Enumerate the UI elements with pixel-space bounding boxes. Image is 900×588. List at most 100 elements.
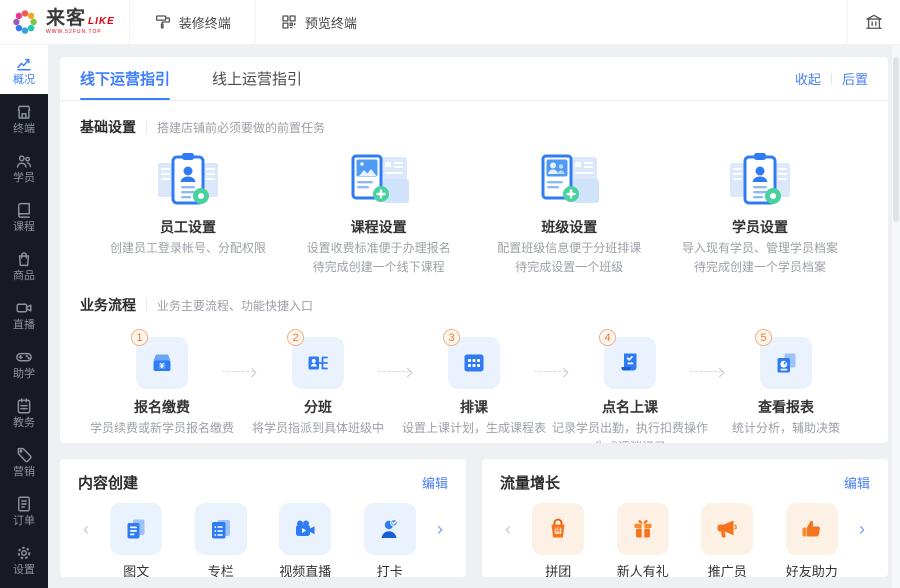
tab-online-guide[interactable]: 线上运营指引 <box>212 57 302 100</box>
clipboard-person-icon <box>158 153 218 205</box>
content-item-label: 视频直播 <box>279 564 332 577</box>
flow-step-desc: 学员续费或新学员报名缴费 <box>89 421 234 435</box>
flow-step-desc: 生成课消记录 <box>542 440 718 443</box>
growth-item-group-buy[interactable]: 拼 拼团 <box>516 503 601 577</box>
notebook-icon <box>17 397 31 413</box>
megaphone-icon <box>717 520 738 538</box>
video-camera-icon <box>16 303 32 312</box>
flow-step-desc: 记录学员出勤，执行扣费操作 <box>551 421 708 435</box>
flow-section-header: 业务流程 业务主要流程、功能快捷入口 <box>80 295 868 315</box>
sidebar-item-study-assist[interactable]: 助学 <box>0 339 48 388</box>
basic-item-class-setup[interactable]: 班级设置 配置班级信息便于分班排课 待完成设置一个班级 <box>489 151 649 275</box>
flow-step-title: 分班 <box>304 399 332 415</box>
tab-offline-guide[interactable]: 线下运营指引 <box>80 57 171 100</box>
basic-item-title: 课程设置 <box>350 219 407 235</box>
flow-step-desc: 设置上课计划，生成课程表 <box>401 421 546 435</box>
logo-url-text: WWW.52FUN.TOP <box>46 29 102 35</box>
basic-item-course-setup[interactable]: 课程设置 设置收费标准便于办理报名 待完成创建一个线下课程 <box>299 151 459 275</box>
content-item-column[interactable]: 专栏 <box>179 503 264 577</box>
edit-content-link[interactable]: 编辑 <box>422 473 448 492</box>
bottom-cards-row: 内容创建 编辑 ‹ 图文 专栏 视频直播 打卡 › 流量增长 编辑 ‹ 拼 拼团… <box>60 459 888 577</box>
basic-item-title: 学员设置 <box>731 219 788 235</box>
basic-section-title: 基础设置 <box>80 119 136 135</box>
scrollbar-thumb[interactable] <box>893 57 899 222</box>
flow-step-title: 排课 <box>460 399 488 415</box>
basic-item-desc: 待完成创建一个学员档案 <box>693 260 826 274</box>
content-item-video-live[interactable]: 视频直播 <box>263 503 348 577</box>
content-item-label: 打卡 <box>376 564 403 577</box>
sidebar-item-marketing[interactable]: 营销 <box>0 437 48 486</box>
sidebar-item-terminal[interactable]: 终端 <box>0 94 48 143</box>
flow-step-desc: 将学员指派到具体班级中 <box>251 421 384 435</box>
preview-terminal-button[interactable]: 预览终端 <box>254 0 381 44</box>
flow-section-subtitle: 业务主要流程、功能快捷入口 <box>157 298 314 313</box>
sidebar-item-orders[interactable]: 订单 <box>0 486 48 535</box>
basic-item-student-setup[interactable]: 学员设置 导入现有学员、管理学员档案 待完成创建一个学员档案 <box>680 151 840 275</box>
collapse-link[interactable]: 收起 <box>795 69 821 88</box>
flow-step-enroll-pay[interactable]: 1 ¥ 报名缴费 学员续费或新学员报名缴费 <box>90 329 234 440</box>
flow-section-title: 业务流程 <box>80 297 136 313</box>
logo-pinwheel-icon <box>13 10 37 34</box>
storefront-icon <box>17 105 31 119</box>
sidebar: 概况 终端 学员 课程 商品 直播 助学 教务 营销 订单 设置 <box>0 45 48 588</box>
carousel-next-icon[interactable]: › <box>432 503 448 555</box>
basic-item-desc: 待完成创建一个线下课程 <box>312 260 445 274</box>
basic-item-desc: 设置收费标准便于办理报名 <box>306 241 451 255</box>
growth-item-label: 拼团 <box>545 564 572 577</box>
sidebar-item-live[interactable]: 直播 <box>0 290 48 339</box>
thumbs-up-icon <box>802 520 820 537</box>
sidebar-item-overview[interactable]: 概况 <box>0 45 48 94</box>
carousel-prev-icon[interactable]: ‹ <box>78 503 94 555</box>
carousel-prev-icon[interactable]: ‹ <box>500 503 516 555</box>
postpone-link[interactable]: 后置 <box>842 69 868 88</box>
book-icon <box>18 202 30 218</box>
sidebar-item-courses[interactable]: 课程 <box>0 192 48 241</box>
content-card-title: 内容创建 <box>78 475 139 492</box>
basic-item-desc: 创建员工登录帐号、分配权限 <box>109 241 266 255</box>
clipboard-person-icon <box>729 153 790 205</box>
sidebar-item-academic[interactable]: 教务 <box>0 388 48 437</box>
flow-connector-arrow <box>222 371 254 372</box>
basic-items-row: 员工设置 创建员工登录帐号、分配权限 课程设置 设置收费标准便于办理报名 待完成… <box>80 151 868 275</box>
logo[interactable]: 来客 LIKE WWW.52FUN.TOP <box>0 0 129 44</box>
gamepad-icon <box>16 352 32 361</box>
svg-text:¥: ¥ <box>160 363 164 370</box>
flow-step-view-reports[interactable]: 5 查看报表 统计分析，辅助决策 <box>732 329 840 440</box>
shop-home-button[interactable] <box>847 0 900 44</box>
content-item-article[interactable]: 图文 <box>94 503 179 577</box>
growth-item-newcomer-gift[interactable]: 新人有礼 <box>601 503 686 577</box>
decorate-terminal-button[interactable]: 装修终端 <box>128 0 255 44</box>
column-icon <box>211 520 230 539</box>
flow-step-roll-call[interactable]: 4 点名上课 记录学员出勤，执行扣费操作 生成课消记录 <box>552 329 708 443</box>
basic-item-title: 员工设置 <box>160 219 216 235</box>
growth-item-promoter[interactable]: 推广员 <box>685 503 770 577</box>
logo-text: 来客 LIKE <box>46 9 115 28</box>
flow-step-schedule[interactable]: 3 排课 设置上课计划，生成课程表 <box>402 329 546 440</box>
logo-main-text: 来客 <box>46 8 87 29</box>
decorate-terminal-label: 装修终端 <box>178 15 231 31</box>
scrollbar[interactable] <box>892 45 900 588</box>
basic-item-title: 班级设置 <box>541 219 598 235</box>
edit-growth-link[interactable]: 编辑 <box>844 473 870 492</box>
basic-section-header: 基础设置 搭建店铺前必须要做的前置任务 <box>80 117 868 137</box>
flow-step-assign-class[interactable]: 2 分班 将学员指派到具体班级中 <box>252 329 384 440</box>
sidebar-item-goods[interactable]: 商品 <box>0 241 48 290</box>
flow-step-desc: 统计分析，辅助决策 <box>731 421 840 435</box>
check-in-icon <box>381 518 398 538</box>
shopping-bag-icon <box>18 251 30 266</box>
growth-item-friend-boost[interactable]: 好友助力 <box>770 503 855 577</box>
sidebar-item-settings[interactable]: 设置 <box>0 535 48 584</box>
content-item-check-in[interactable]: 打卡 <box>348 503 433 577</box>
step-number-badge: 3 <box>443 329 460 346</box>
carousel-next-icon[interactable]: › <box>854 503 870 555</box>
growth-card-title: 流量增长 <box>500 475 561 492</box>
sidebar-item-students[interactable]: 学员 <box>0 143 48 192</box>
content-creation-card: 内容创建 编辑 ‹ 图文 专栏 视频直播 打卡 › <box>60 459 466 577</box>
basic-item-staff-setup[interactable]: 员工设置 创建员工登录帐号、分配权限 <box>108 151 268 275</box>
divider <box>830 72 832 85</box>
basic-item-desc: 配置班级信息便于分班排课 <box>497 241 642 255</box>
guide-actions: 收起 后置 <box>795 69 868 88</box>
flow-connector-arrow <box>378 371 410 372</box>
assign-class-icon <box>308 356 328 370</box>
growth-item-label: 好友助力 <box>785 564 838 577</box>
